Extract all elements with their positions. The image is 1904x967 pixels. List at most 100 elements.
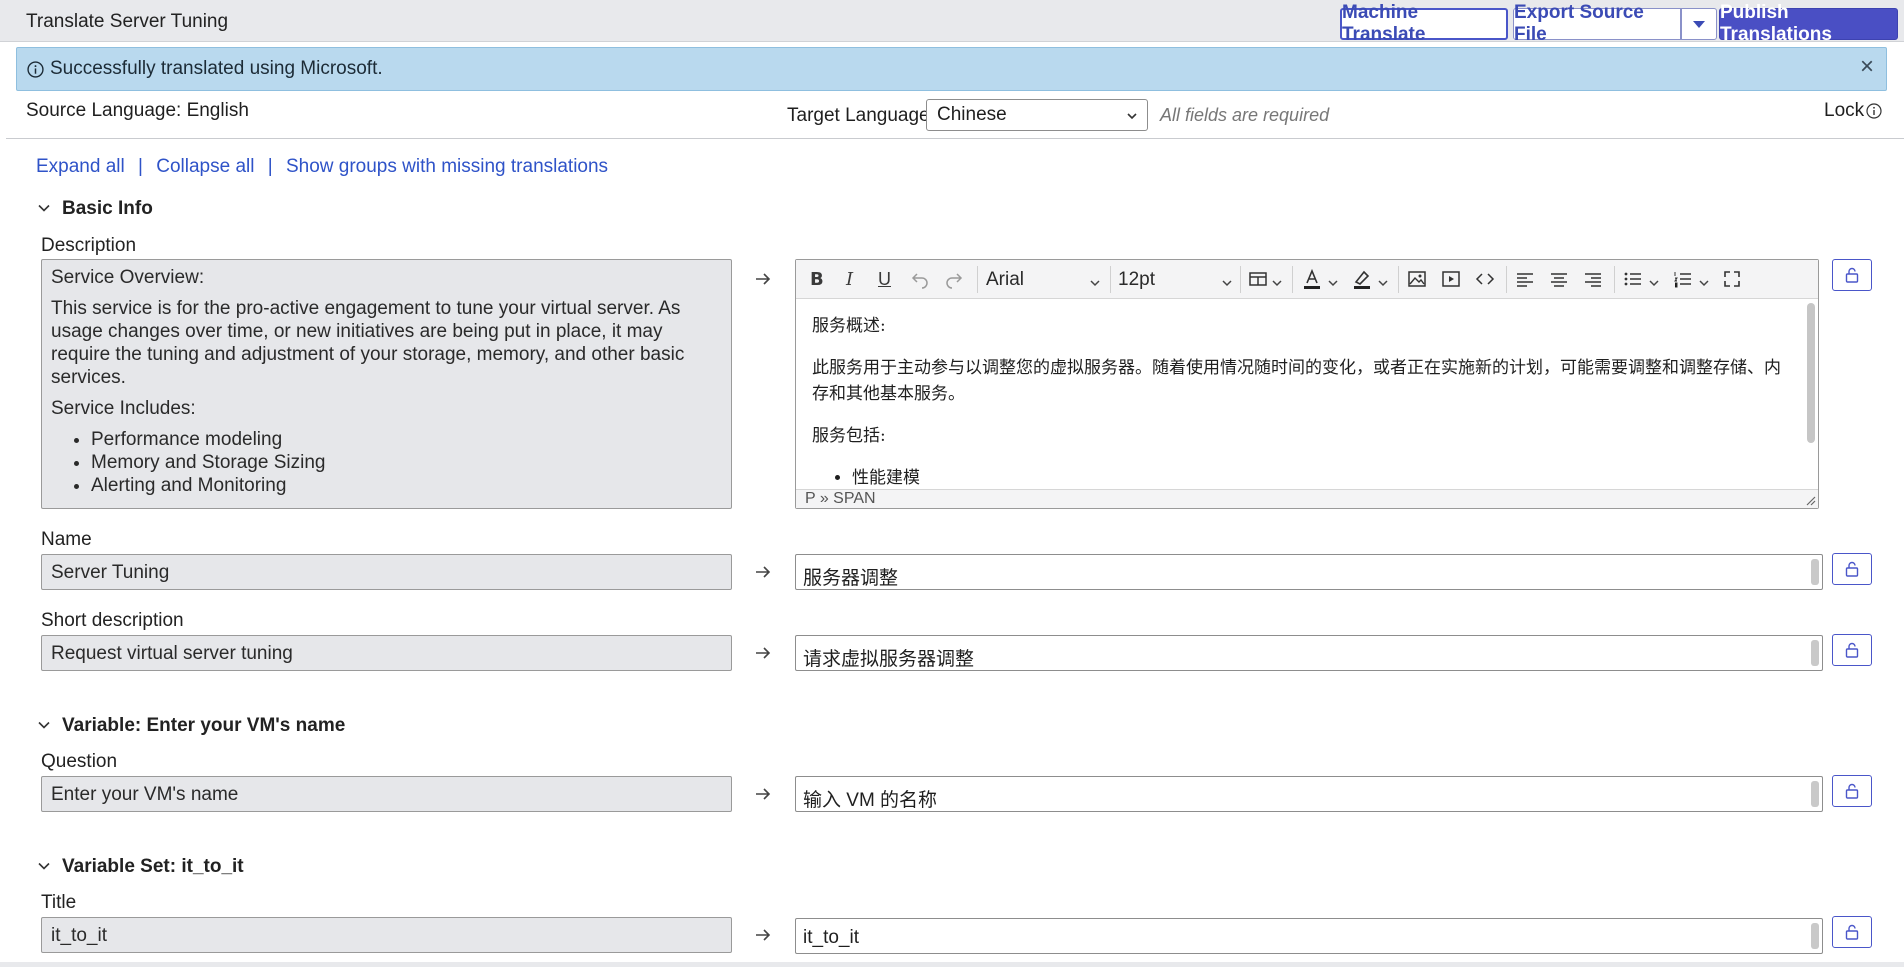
close-icon[interactable]: × [1860, 55, 1874, 79]
lock-title-button[interactable] [1832, 916, 1872, 948]
arrow-right-icon [756, 929, 771, 941]
link-separator: | [267, 156, 273, 177]
chevron-down-icon[interactable] [1697, 272, 1711, 294]
align-center-icon[interactable] [1549, 268, 1569, 290]
chevron-down-icon[interactable] [1376, 272, 1390, 294]
video-icon[interactable] [1441, 268, 1461, 290]
unlock-icon [1845, 561, 1859, 577]
question-source: Enter your VM's name [41, 776, 732, 812]
lock-name-button[interactable] [1832, 553, 1872, 585]
lock-description-button[interactable] [1832, 259, 1872, 291]
name-target-value: 服务器调整 [803, 568, 899, 589]
short-description-target-value: 请求虚拟服务器调整 [803, 649, 975, 670]
scrollbar[interactable] [1811, 923, 1819, 949]
description-label: Description [41, 235, 137, 256]
unlock-icon [1845, 783, 1859, 799]
chevron-down-icon[interactable] [1220, 272, 1234, 294]
publish-translations-button[interactable]: Publish Translations [1719, 2, 1898, 45]
section-title: Variable: Enter your VM's name [62, 715, 346, 736]
highlight-color-icon[interactable] [1352, 268, 1372, 290]
short-description-target-input[interactable]: 请求虚拟服务器调整 [795, 635, 1823, 671]
bottom-edge [0, 962, 1904, 967]
editor-paragraph: 此服务用于主动参与以调整您的虚拟服务器。随着使用情况随时间的变化，或者正在实施新… [812, 358, 1781, 404]
unlock-icon [1845, 642, 1859, 658]
scrollbar[interactable] [1811, 640, 1819, 666]
chevron-down-icon[interactable] [1270, 272, 1284, 294]
text-color-icon[interactable] [1302, 268, 1322, 290]
fullscreen-icon[interactable] [1722, 268, 1742, 290]
chevron-down-icon [38, 862, 50, 870]
description-editor[interactable]: B I U Arial 12pt 服务概述: 此服务用于主动参与以调整您的虚拟服… [795, 259, 1819, 509]
code-icon[interactable] [1475, 268, 1495, 290]
section-title: Basic Info [62, 198, 153, 219]
editor-scrollbar[interactable] [1807, 303, 1815, 443]
target-language-select[interactable]: Chinese [926, 99, 1148, 131]
image-icon[interactable] [1407, 268, 1427, 290]
source-includes: Service Includes: [51, 398, 196, 419]
undo-icon[interactable] [910, 268, 930, 290]
export-options-dropdown[interactable] [1681, 8, 1717, 40]
info-icon[interactable] [1866, 103, 1882, 119]
chevron-down-icon[interactable] [1326, 272, 1340, 294]
arrow-right-icon [756, 566, 771, 578]
font-size-select[interactable]: 12pt [1118, 269, 1155, 291]
title-target-value: it_to_it [803, 927, 859, 948]
unlock-icon [1845, 267, 1859, 283]
toolbar-divider [1506, 266, 1507, 293]
lock-short-description-button[interactable] [1832, 634, 1872, 666]
required-note: All fields are required [1160, 105, 1330, 125]
machine-translate-button[interactable]: Machine Translate [1340, 2, 1508, 45]
source-paragraph: This service is for the pro-active engag… [51, 298, 685, 388]
editor-content[interactable]: 服务概述: 此服务用于主动参与以调整您的虚拟服务器。随着使用情况随时间的变化，或… [796, 299, 1806, 491]
source-list: Performance modeling Memory and Storage … [51, 428, 722, 497]
toolbar-divider [1614, 266, 1615, 293]
bullet-list-icon[interactable] [1623, 268, 1643, 290]
info-icon [27, 61, 44, 78]
numbered-list-icon[interactable] [1673, 268, 1693, 290]
title-source: it_to_it [41, 917, 732, 953]
chevron-down-icon[interactable] [1647, 272, 1661, 294]
align-right-icon[interactable] [1583, 268, 1603, 290]
toolbar-divider [1398, 266, 1399, 293]
editor-heading: 服务概述: [812, 316, 886, 336]
question-target-input[interactable]: 输入 VM 的名称 [795, 776, 1823, 812]
scrollbar[interactable] [1811, 559, 1819, 585]
short-description-source: Request virtual server tuning [41, 635, 732, 671]
description-source: Service Overview: This service is for th… [41, 259, 732, 509]
font-family-select[interactable]: Arial [986, 269, 1024, 291]
arrow-right-icon [756, 273, 771, 285]
resize-handle-icon[interactable] [1804, 494, 1816, 506]
scrollbar[interactable] [1811, 781, 1819, 807]
success-alert: Successfully translated using Microsoft.… [16, 47, 1887, 91]
table-icon[interactable] [1248, 268, 1268, 290]
editor-list: 性能建模 [812, 465, 1790, 491]
chevron-down-icon [1127, 113, 1137, 120]
show-missing-translations-link[interactable]: Show groups with missing translations [286, 156, 608, 177]
collapse-all-link[interactable]: Collapse all [156, 156, 254, 177]
target-language-label: Target Language: [787, 105, 935, 126]
toolbar-divider [977, 266, 978, 293]
underline-icon[interactable]: U [878, 268, 891, 290]
editor-toolbar: B I U Arial 12pt [796, 260, 1818, 299]
chevron-down-icon[interactable] [1088, 272, 1102, 294]
source-heading: Service Overview: [51, 267, 205, 288]
short-description-label: Short description [41, 610, 184, 631]
section-title: Variable Set: it_to_it [62, 856, 244, 877]
italic-icon[interactable]: I [846, 268, 853, 290]
name-label: Name [41, 529, 92, 550]
title-label: Title [41, 892, 77, 913]
unlock-icon [1845, 924, 1859, 940]
source-language: Source Language: English [26, 100, 249, 121]
editor-includes: 服务包括: [812, 426, 886, 446]
list-item: Performance modeling [91, 428, 722, 451]
export-source-file-button[interactable]: Export Source File [1513, 2, 1681, 45]
bold-icon[interactable]: B [810, 268, 824, 290]
lock-question-button[interactable] [1832, 775, 1872, 807]
align-left-icon[interactable] [1515, 268, 1535, 290]
redo-icon[interactable] [944, 268, 964, 290]
name-target-input[interactable]: 服务器调整 [795, 554, 1823, 590]
expand-all-link[interactable]: Expand all [36, 156, 125, 177]
arrow-right-icon [756, 788, 771, 800]
caret-down-icon [1693, 20, 1705, 28]
title-target-input[interactable]: it_to_it [795, 918, 1823, 954]
